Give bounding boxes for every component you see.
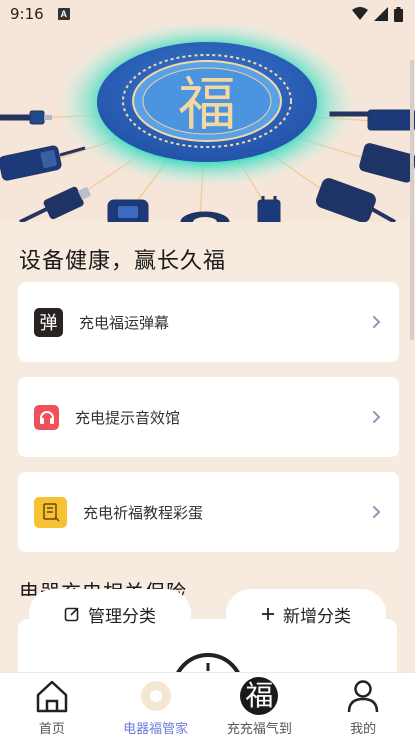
bottom-tab-bar: 首页 电器福管家 福 充充福气到 我的: [0, 672, 415, 739]
fu-icon: 福: [240, 677, 279, 715]
chevron-right-icon: [373, 506, 381, 518]
danmu-icon: 弹: [34, 307, 63, 337]
add-category-button[interactable]: 新增分类: [226, 589, 386, 639]
card-charging-danmu[interactable]: 弹 充电福运弹幕: [18, 282, 399, 362]
section-title: 设备健康，赢长久福: [19, 249, 227, 274]
scrollbar[interactable]: [410, 60, 414, 340]
tab-fortune[interactable]: 福 充充福气到: [208, 673, 312, 739]
card-label: 充电福运弹幕: [79, 313, 170, 332]
card-label: 充电提示音效馆: [75, 408, 181, 427]
edit-icon: [64, 607, 79, 622]
home-icon: [36, 680, 68, 713]
notification-icon: A: [57, 8, 70, 20]
card-tutorial-easter-egg[interactable]: 充电祈福教程彩蛋: [18, 472, 399, 552]
tab-mine[interactable]: 我的: [311, 673, 415, 739]
plate-icon: [140, 681, 171, 711]
tutorial-icon: [34, 496, 67, 528]
hero-illustration: 福: [0, 20, 415, 222]
card-label: 充电祈福教程彩蛋: [83, 503, 204, 522]
hero-banner: 福: [0, 0, 415, 222]
headphones-icon: [34, 404, 59, 430]
manage-category-label: 管理分类: [88, 606, 156, 627]
profile-icon: [347, 680, 379, 713]
plus-icon: [262, 608, 274, 620]
signal-icon: [374, 7, 388, 21]
battery-icon: [394, 6, 403, 22]
tab-home[interactable]: 首页: [0, 673, 104, 739]
wifi-icon: [352, 7, 368, 20]
tab-appliance-manager[interactable]: 电器福管家: [104, 673, 208, 739]
status-time: 9:16: [10, 5, 44, 23]
chevron-right-icon: [373, 411, 381, 423]
card-sound-effects[interactable]: 充电提示音效馆: [18, 377, 399, 457]
manage-category-button[interactable]: 管理分类: [29, 589, 191, 639]
add-category-label: 新增分类: [283, 606, 351, 627]
fu-character: 福: [178, 70, 236, 138]
status-bar: 9:16 A: [0, 0, 415, 28]
chevron-right-icon: [373, 316, 381, 328]
